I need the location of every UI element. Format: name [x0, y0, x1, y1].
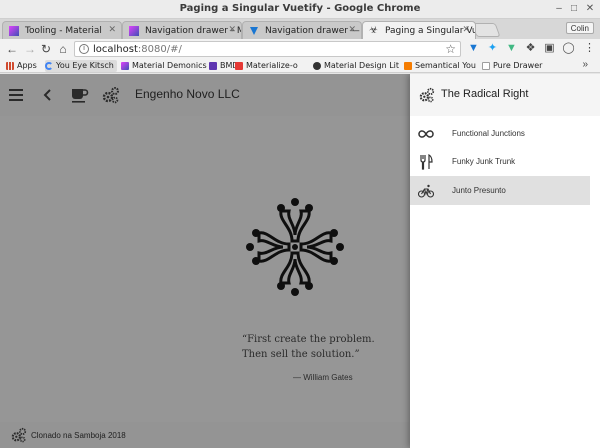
window-titlebar: Paging a Singular Vuetify - Google Chrom… [0, 0, 600, 19]
maximize-icon[interactable]: □ [568, 3, 580, 15]
bookmark-label: Material Design Lit [324, 61, 400, 70]
browser-toolbar: ← → ↻ ⌂ i localhost:8080/#/ ☆ ▼ ✦ ▼ ❖ ▣ … [0, 39, 600, 59]
bike-icon [418, 184, 434, 198]
bmd-favicon-icon [209, 62, 217, 70]
minimize-icon[interactable]: – [553, 3, 565, 15]
apps-grid-icon [6, 62, 14, 70]
page-icon [482, 62, 490, 70]
bookmark-apps[interactable]: Apps [6, 60, 37, 72]
tab-label: Navigation drawer - M [145, 26, 242, 36]
drawer-item-junto-presunto[interactable]: Junto Presunto [410, 176, 590, 205]
app-viewport: Engenho Novo LLC “First create the probl… [0, 74, 600, 448]
drawer-header: The Radical Right [410, 74, 600, 116]
tab-strip: Tooling - Material ✕ Navigation drawer -… [0, 19, 600, 39]
more-bookmarks-icon[interactable]: » [582, 59, 588, 70]
drawer-item-funky-junk-trunk[interactable]: Funky Junk Trunk [410, 147, 590, 176]
puzzle-extension-icon[interactable]: ❖ [524, 42, 537, 55]
crop-extension-icon[interactable]: ▣ [543, 42, 556, 55]
close-window-icon[interactable]: ✕ [584, 3, 596, 15]
url-path: :8080/#/ [137, 44, 182, 55]
material-favicon-icon [129, 26, 139, 36]
bookmark-label: Pure Drawer [493, 61, 543, 70]
material-favicon-icon [121, 62, 129, 70]
bookmark-pure-drawer[interactable]: Pure Drawer [482, 60, 542, 72]
close-tab-icon[interactable]: ✕ [348, 25, 356, 35]
address-bar[interactable]: i localhost:8080/#/ ☆ [74, 41, 461, 57]
tab-label: Tooling - Material [25, 26, 102, 36]
home-icon[interactable]: ⌂ [55, 41, 71, 57]
twitter-extension-icon[interactable]: ✦ [486, 42, 499, 55]
address-url: localhost:8080/#/ [93, 44, 182, 55]
restaurant-icon [420, 154, 433, 170]
mdl-favicon-icon [313, 62, 321, 70]
infinity-icon [418, 130, 434, 138]
material-favicon-icon [9, 26, 19, 36]
tab-navigation-drawer-vuetify[interactable]: Navigation drawer — ✕ [242, 21, 362, 39]
tab-navigation-drawer-material[interactable]: Navigation drawer - M ✕ [122, 21, 242, 39]
semantic-favicon-icon [404, 62, 412, 70]
tab-label: Navigation drawer — [265, 26, 360, 36]
bookmark-you-eye-kitsch[interactable]: You Eye Kitsch [45, 60, 117, 72]
drawer-item-label: Junto Presunto [452, 186, 506, 195]
url-host: localhost [93, 44, 138, 55]
back-icon[interactable]: ← [4, 41, 20, 57]
bookmark-label: Material Demonics [132, 61, 207, 70]
refresh-favicon-icon [45, 62, 53, 70]
vue-devtools-icon[interactable]: ▼ [505, 42, 518, 55]
tab-tooling[interactable]: Tooling - Material ✕ [2, 21, 122, 39]
bookmark-materialize[interactable]: Materialize-o [235, 60, 298, 72]
close-tab-icon[interactable]: ✕ [228, 25, 236, 35]
bookmark-label: You Eye Kitsch [56, 61, 114, 70]
bookmark-semantical-you[interactable]: Semantical You [404, 60, 476, 72]
drawer-item-label: Funky Junk Trunk [452, 157, 516, 166]
close-tab-icon[interactable]: ✕ [462, 25, 470, 35]
cogs-icon [419, 87, 435, 103]
window-title: Paging a Singular Vuetify - Google Chrom… [179, 3, 421, 14]
biohazard-favicon-icon: ☣ [369, 25, 378, 36]
close-tab-icon[interactable]: ✕ [108, 25, 116, 35]
forward-icon[interactable]: → [22, 41, 38, 57]
chrome-menu-icon[interactable]: ⋮ [583, 42, 596, 55]
site-info-icon[interactable]: i [79, 44, 89, 54]
bookmark-label: Materialize-o [246, 61, 298, 70]
shield-extension-icon[interactable]: ◯ [562, 42, 575, 55]
bookmarks-bar: Apps You Eye Kitsch Material Demonics BM… [0, 59, 600, 73]
reload-icon[interactable]: ↻ [38, 41, 54, 57]
drawer-item-functional-junctions[interactable]: Functional Junctions [410, 119, 590, 148]
drawer-title: The Radical Right [441, 88, 529, 100]
vuetify-favicon-icon [249, 26, 259, 36]
bookmark-material-design-lite[interactable]: Material Design Lit [313, 60, 399, 72]
bookmark-label: Apps [17, 61, 37, 70]
vuetify-extension-icon[interactable]: ▼ [467, 42, 480, 55]
drawer-item-label: Functional Junctions [452, 129, 525, 138]
bookmark-label: Semantical You [415, 61, 476, 70]
profile-button[interactable]: Colin [565, 22, 594, 34]
tab-paging-singular-vuetify[interactable]: ☣ Paging a Singular Vue ✕ [362, 21, 476, 39]
materialize-favicon-icon [235, 62, 243, 70]
bookmark-star-icon[interactable]: ☆ [445, 42, 456, 56]
navigation-drawer: The Radical Right Functional Junctions F… [410, 74, 600, 448]
bookmark-material-demonics[interactable]: Material Demonics [121, 60, 207, 72]
